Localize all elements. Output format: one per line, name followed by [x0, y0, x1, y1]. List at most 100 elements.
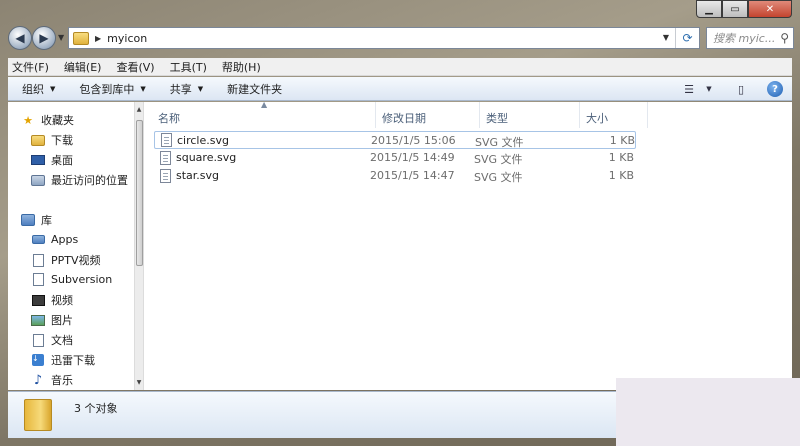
nav-item-label: 图片 [51, 314, 73, 327]
organize-button[interactable]: 组织 ▼ [22, 81, 55, 97]
file-name: circle.svg [177, 134, 229, 147]
search-input[interactable]: 搜索 myic... ⚲ [706, 27, 794, 49]
nav-scrollbar[interactable]: ▲ ▼ [134, 102, 144, 390]
nav-item-downloads[interactable]: 下载 [30, 132, 73, 148]
close-button[interactable]: ✕ [748, 0, 792, 18]
column-size-label: 大小 [586, 112, 608, 125]
nav-item-thunder-downloads[interactable]: ↓ 迅雷下载 [30, 352, 95, 368]
help-icon: ? [767, 81, 783, 97]
column-date-label: 修改日期 [382, 112, 426, 125]
scrollbar-thumb[interactable] [136, 120, 143, 266]
file-row-circle[interactable]: circle.svg 2015/1/5 15:06 SVG 文件 1 KB [154, 131, 636, 149]
column-name-label: 名称 [158, 112, 180, 125]
file-row-star[interactable]: star.svg 2015/1/5 14:47 SVG 文件 1 KB [154, 167, 636, 185]
nav-item-label: Apps [51, 232, 79, 246]
forward-arrow-icon: ▶ [39, 31, 49, 45]
nav-item-label: 最近访问的位置 [51, 174, 128, 187]
view-options-icon[interactable]: ☰ [680, 80, 698, 98]
share-label: 共享 [169, 82, 192, 96]
nav-item-label: 桌面 [51, 154, 73, 167]
scroll-down-icon[interactable]: ▼ [135, 379, 143, 386]
address-row: ◀ ▶ ▼ ▶ myicon ▼ ⟳ 搜索 myic... ⚲ [0, 24, 800, 54]
overlay-patch [616, 378, 800, 446]
recent-places-icon [30, 173, 46, 187]
minimize-button[interactable]: ▁ [696, 0, 722, 18]
chevron-down-icon: ▼ [197, 84, 204, 93]
file-size: 1 KB [608, 151, 634, 164]
help-button[interactable]: ? [766, 80, 784, 98]
svg-file-icon [160, 169, 171, 183]
nav-item-videos[interactable]: 视频 [30, 292, 73, 308]
back-button[interactable]: ◀ [8, 26, 32, 50]
caption-buttons: ▁ ▭ ✕ [696, 0, 792, 18]
share-button[interactable]: 共享 ▼ [170, 81, 203, 97]
download-folder-icon [30, 133, 46, 147]
menu-file[interactable]: 文件(F) [12, 59, 49, 75]
menu-view[interactable]: 查看(V) [116, 59, 154, 75]
folder-icon [73, 31, 89, 45]
chevron-down-icon: ▼ [140, 84, 146, 93]
view-dropdown-icon[interactable]: ▼ [700, 80, 718, 98]
document-library-icon [30, 272, 46, 286]
file-list: 名称 ▲ 修改日期 类型 大小 circle.svg 2015/1/5 15:0… [144, 100, 792, 390]
svg-file-icon [160, 151, 171, 165]
file-date: 2015/1/5 15:06 [371, 134, 456, 147]
chevron-down-icon: ▼ [50, 84, 56, 93]
desktop-icon [30, 153, 46, 167]
column-header-date[interactable]: 修改日期 [376, 102, 480, 128]
nav-item-label: 视频 [51, 294, 73, 307]
menu-edit[interactable]: 编辑(E) [64, 59, 102, 75]
library-icon [20, 213, 36, 227]
file-row-square[interactable]: square.svg 2015/1/5 14:49 SVG 文件 1 KB [154, 149, 636, 167]
nav-favorites[interactable]: ★ 收藏夹 [20, 112, 74, 128]
search-icon[interactable]: ⚲ [780, 31, 789, 45]
nav-libraries-label: 库 [41, 214, 52, 227]
column-header-name[interactable]: 名称 ▲ [144, 100, 376, 128]
address-dropdown-icon[interactable]: ▼ [663, 33, 669, 42]
file-name: square.svg [176, 151, 237, 164]
nav-item-desktop[interactable]: 桌面 [30, 152, 73, 168]
nav-item-pptv-video[interactable]: PPTV视频 [30, 252, 101, 268]
scroll-up-icon[interactable]: ▲ [135, 106, 143, 113]
nav-item-music[interactable]: ♪ 音乐 [30, 372, 73, 388]
nav-item-label: PPTV视频 [51, 254, 101, 267]
new-folder-button[interactable]: 新建文件夹 [227, 81, 282, 97]
address-bar[interactable]: ▶ myicon ▼ ⟳ [68, 27, 700, 49]
pictures-icon [30, 313, 46, 327]
refresh-button[interactable]: ⟳ [675, 28, 699, 48]
sort-ascending-icon: ▲ [261, 100, 268, 109]
nav-item-documents[interactable]: 文档 [30, 332, 73, 348]
nav-favorites-label: 收藏夹 [41, 114, 74, 127]
download-library-icon: ↓ [30, 353, 46, 367]
file-type: SVG 文件 [475, 136, 524, 149]
nav-item-label: 下载 [51, 134, 73, 147]
music-icon: ♪ [33, 372, 43, 388]
column-header-size[interactable]: 大小 [580, 102, 648, 128]
video-icon [30, 293, 46, 307]
include-in-library-button[interactable]: 包含到库中 ▼ [79, 81, 145, 97]
preview-pane-icon[interactable]: ▯ [732, 80, 750, 98]
menu-tools[interactable]: 工具(T) [170, 59, 207, 75]
main-panel: ★ 收藏夹 下载 桌面 最近访问的位置 库 Apps PPTV视频 Subvers… [8, 100, 792, 390]
search-placeholder: 搜索 myic... [713, 32, 776, 45]
item-count: 3 个对象 [74, 402, 118, 415]
nav-item-label: 音乐 [51, 374, 73, 387]
menu-help[interactable]: 帮助(H) [222, 59, 261, 75]
breadcrumb-myicon[interactable]: myicon [107, 32, 147, 45]
recent-pages-dropdown[interactable]: ▼ [58, 33, 64, 42]
file-name: star.svg [176, 169, 220, 182]
new-folder-label: 新建文件夹 [227, 82, 283, 96]
nav-item-pictures[interactable]: 图片 [30, 312, 73, 328]
column-header-type[interactable]: 类型 [480, 102, 580, 128]
file-type: SVG 文件 [474, 153, 523, 166]
maximize-button[interactable]: ▭ [722, 0, 748, 18]
document-library-icon [30, 253, 46, 267]
forward-button[interactable]: ▶ [32, 26, 56, 50]
nav-item-label: 迅雷下载 [51, 354, 95, 367]
nav-item-subversion[interactable]: Subversion [30, 272, 112, 286]
nav-libraries[interactable]: 库 [20, 212, 52, 228]
nav-item-recent-places[interactable]: 最近访问的位置 [30, 172, 128, 188]
nav-item-apps[interactable]: Apps [30, 232, 78, 246]
column-type-label: 类型 [486, 112, 508, 125]
breadcrumb-separator-icon[interactable]: ▶ [95, 34, 101, 43]
